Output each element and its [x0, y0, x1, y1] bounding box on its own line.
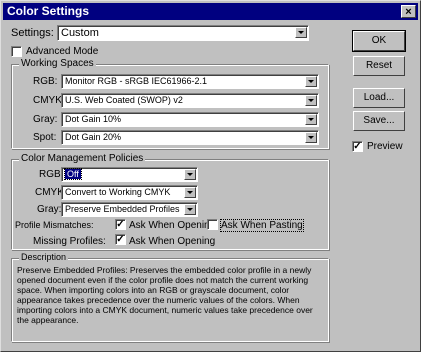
- window-title: Color Settings: [7, 4, 90, 18]
- mismatch-ask-pasting-label[interactable]: Ask When Pasting: [220, 219, 304, 232]
- missing-profiles-label: Missing Profiles:: [33, 236, 106, 247]
- profile-mismatches-label: Profile Mismatches:: [15, 220, 94, 230]
- ws-gray-value: Dot Gain 10%: [65, 114, 122, 124]
- ws-gray-dropdown[interactable]: Dot Gain 10%: [61, 112, 319, 127]
- chevron-down-icon[interactable]: [305, 132, 317, 143]
- policy-cmyk-dropdown[interactable]: Convert to Working CMYK: [61, 185, 198, 200]
- policy-gray-dropdown[interactable]: Preserve Embedded Profiles: [61, 202, 198, 217]
- ws-cmyk-dropdown[interactable]: U.S. Web Coated (SWOP) v2: [61, 93, 319, 108]
- ws-spot-dropdown[interactable]: Dot Gain 20%: [61, 130, 319, 145]
- chevron-down-icon[interactable]: [184, 169, 196, 180]
- policies-title: Color Management Policies: [19, 153, 146, 164]
- policy-cmyk-value: Convert to Working CMYK: [65, 187, 171, 197]
- preview-label[interactable]: Preview: [367, 141, 403, 152]
- chevron-down-icon[interactable]: [305, 76, 317, 87]
- ok-button[interactable]: OK: [352, 30, 406, 52]
- working-spaces-title: Working Spaces: [19, 58, 96, 69]
- ws-rgb-label: RGB:: [33, 76, 58, 87]
- ws-rgb-value: Monitor RGB - sRGB IEC61966-2.1: [65, 76, 208, 86]
- description-text: Preserve Embedded Profiles: Preserves th…: [17, 265, 313, 325]
- reset-button[interactable]: Reset: [353, 56, 405, 76]
- settings-dropdown[interactable]: Custom: [57, 25, 309, 41]
- mismatch-ask-pasting-checkbox[interactable]: [207, 219, 218, 230]
- color-settings-dialog: Color Settings × Settings: Custom Advanc…: [0, 0, 421, 352]
- ws-cmyk-value: U.S. Web Coated (SWOP) v2: [65, 95, 183, 105]
- title-bar[interactable]: Color Settings ×: [3, 3, 418, 20]
- chevron-down-icon[interactable]: [305, 114, 317, 125]
- policy-rgb-value: Off: [64, 168, 82, 180]
- mismatch-ask-opening-checkbox[interactable]: ✓: [115, 219, 126, 230]
- ws-rgb-dropdown[interactable]: Monitor RGB - sRGB IEC61966-2.1: [61, 74, 319, 89]
- settings-value: Custom: [61, 27, 99, 39]
- missing-ask-opening-label[interactable]: Ask When Opening: [129, 236, 215, 247]
- policy-gray-label: Gray:: [37, 204, 62, 215]
- chevron-down-icon[interactable]: [305, 95, 317, 106]
- advanced-mode-checkbox[interactable]: [11, 46, 22, 57]
- load-button[interactable]: Load...: [353, 88, 405, 108]
- ws-cmyk-label: CMYK:: [33, 95, 65, 106]
- advanced-mode-label[interactable]: Advanced Mode: [26, 46, 98, 57]
- ws-gray-label: Gray:: [33, 114, 58, 125]
- save-button[interactable]: Save...: [353, 111, 405, 131]
- missing-ask-opening-checkbox[interactable]: ✓: [115, 234, 126, 245]
- policy-gray-value: Preserve Embedded Profiles: [65, 204, 180, 214]
- mismatch-ask-opening-label[interactable]: Ask When Opening: [129, 220, 215, 231]
- close-button[interactable]: ×: [401, 5, 416, 18]
- policy-rgb-label: RGB:: [39, 169, 64, 180]
- ws-spot-value: Dot Gain 20%: [65, 132, 122, 142]
- chevron-down-icon[interactable]: [184, 204, 196, 215]
- settings-label: Settings:: [11, 27, 54, 39]
- preview-checkbox[interactable]: ✓: [352, 141, 363, 152]
- ws-spot-label: Spot:: [33, 132, 57, 143]
- chevron-down-icon[interactable]: [295, 27, 307, 38]
- description-title: Description: [19, 252, 69, 262]
- chevron-down-icon[interactable]: [184, 187, 196, 198]
- policy-rgb-dropdown[interactable]: Off: [61, 167, 198, 182]
